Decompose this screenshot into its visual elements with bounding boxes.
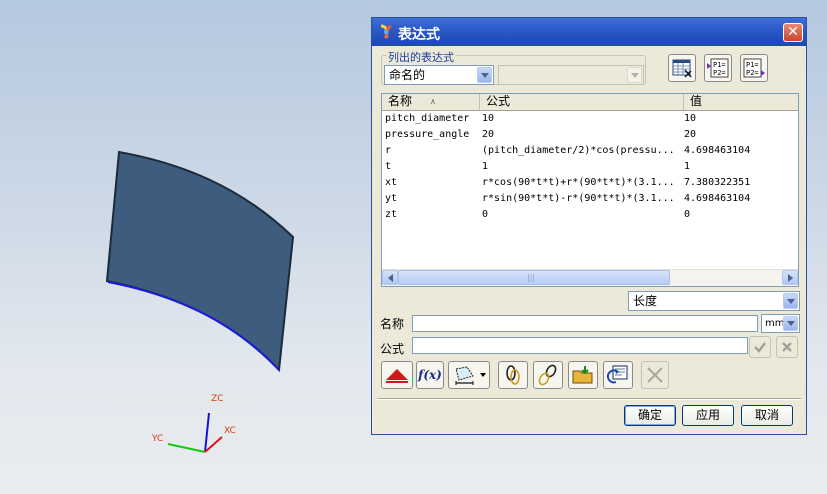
x-icon: [782, 342, 792, 352]
table-header: 名称 ∧ 公式 值: [382, 94, 798, 111]
chevron-down-icon[interactable]: [479, 373, 486, 377]
name-label: 名称: [380, 317, 405, 331]
listed-expressions-label: 列出的表达式: [386, 49, 456, 65]
axis-label-xc: XC: [224, 426, 236, 436]
list-filter-value: 命名的: [389, 68, 426, 82]
chevron-down-icon[interactable]: [783, 316, 798, 331]
import-button[interactable]: [568, 361, 598, 389]
formula-input[interactable]: [412, 337, 748, 354]
table-row[interactable]: r (pitch_diameter/2)*cos(pressu... 4.698…: [382, 143, 798, 159]
nx-app-icon: [380, 24, 392, 39]
apply-button[interactable]: 应用: [682, 405, 734, 426]
table-row[interactable]: pressure_angle 20 20: [382, 127, 798, 143]
list-parts-button[interactable]: P1= P2=: [704, 54, 732, 82]
sort-ascending-icon: ∧: [430, 97, 436, 106]
svg-text:P1=: P1=: [746, 61, 759, 69]
column-header-formula[interactable]: 公式: [480, 94, 684, 110]
ruled-surface[interactable]: [105, 150, 295, 373]
link-expression-icon: [506, 365, 520, 385]
reject-formula-button[interactable]: [776, 336, 798, 358]
accept-formula-button[interactable]: [749, 336, 771, 358]
break-link-button[interactable]: [533, 361, 563, 389]
scroll-thumb[interactable]: |||: [398, 270, 670, 285]
cancel-button[interactable]: 取消: [741, 405, 793, 426]
table-row[interactable]: zt 0 0: [382, 207, 798, 223]
close-button[interactable]: ✕: [783, 23, 803, 42]
chevron-left-icon: [387, 273, 393, 282]
dialog-titlebar[interactable]: 表达式 ✕: [372, 18, 806, 46]
collapse-button[interactable]: [381, 361, 413, 389]
svg-text:P2=: P2=: [713, 69, 726, 77]
scroll-right-button[interactable]: [782, 270, 798, 285]
horizontal-scrollbar[interactable]: |||: [382, 269, 798, 286]
table-row[interactable]: xt r*cos(90*t*t)+r*(90*t*t)*(3.1... 7.38…: [382, 175, 798, 191]
table-row[interactable]: yt r*sin(90*t*t)-r*(90*t*t)*(3.1... 4.69…: [382, 191, 798, 207]
dialog-title: 表达式: [398, 27, 440, 43]
measure-icon: [454, 366, 474, 385]
export-button[interactable]: [603, 361, 633, 389]
secondary-filter-select: [498, 65, 644, 85]
list-parts-arrow-button[interactable]: P1= P2=: [740, 54, 768, 82]
chevron-down-icon[interactable]: [783, 293, 798, 309]
expressions-dialog: 表达式 ✕ 列出的表达式 命名的 P1= P2= P1= P2= 名称 ∧ 公式…: [371, 17, 807, 435]
link-expression-button[interactable]: [498, 361, 528, 389]
svg-text:P1=: P1=: [713, 61, 726, 69]
export-icon: [606, 365, 628, 384]
import-folder-icon: [572, 366, 593, 384]
table-row[interactable]: t 1 1: [382, 159, 798, 175]
name-input[interactable]: [412, 315, 758, 332]
wcs-triad: ZC YC XC: [151, 394, 236, 453]
axis-label-yc: YC: [151, 434, 163, 444]
list-filter-select[interactable]: 命名的: [384, 65, 494, 85]
chevron-down-icon: [627, 67, 642, 83]
column-header-value[interactable]: 值: [684, 94, 798, 110]
list-parts-icon: P1= P2=: [707, 58, 729, 78]
chevron-right-icon: [787, 273, 793, 282]
checkmark-icon: [754, 342, 766, 353]
divider: [377, 398, 801, 400]
expressions-table[interactable]: 名称 ∧ 公式 值 pitch_diameter 10 10 pressure_…: [381, 93, 799, 287]
collapse-up-icon: [386, 369, 408, 383]
scroll-grip: |||: [527, 273, 536, 282]
list-parts-arrow-icon: P1= P2=: [743, 58, 765, 78]
formula-label: 公式: [380, 342, 405, 356]
unit-select[interactable]: mm: [761, 314, 800, 333]
ok-button[interactable]: 确定: [624, 405, 676, 426]
column-header-name[interactable]: 名称 ∧: [382, 94, 480, 110]
chevron-down-icon[interactable]: [477, 67, 492, 83]
function-icon: f(x): [418, 368, 442, 382]
dimension-type-select[interactable]: 长度: [628, 291, 800, 311]
function-button[interactable]: f(x): [416, 361, 444, 389]
axis-label-zc: ZC: [211, 394, 223, 404]
spreadsheet-icon: [672, 59, 692, 78]
scroll-left-button[interactable]: [382, 270, 398, 285]
measure-button[interactable]: [448, 361, 490, 389]
table-row[interactable]: pitch_diameter 10 10: [382, 111, 798, 127]
spreadsheet-button[interactable]: [668, 54, 696, 82]
svg-text:P2=: P2=: [746, 69, 759, 77]
break-link-icon: [538, 364, 557, 386]
delete-button: [641, 361, 669, 389]
close-icon: ✕: [787, 24, 799, 40]
delete-icon: [647, 367, 663, 383]
